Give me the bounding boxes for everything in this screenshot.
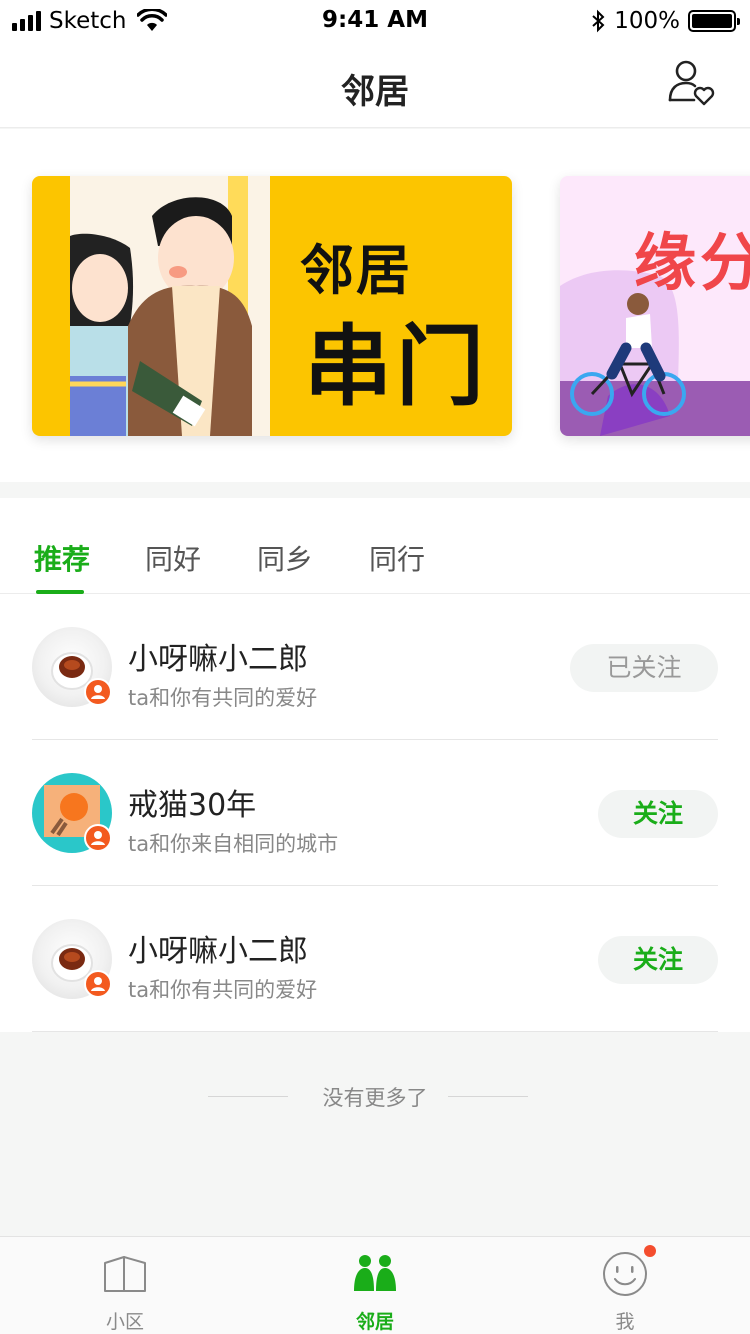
tab-community[interactable]: 小区 (0, 1237, 250, 1334)
user-badge-icon (84, 970, 112, 998)
navigation-bar: 邻居 (0, 40, 750, 128)
neighbor-list: 推荐 同好 同乡 同行 小呀嘛小二郎 ta和你有共同的爱好 已关注 戒猫30年 … (0, 498, 750, 1032)
tab-me-label: 我 (615, 1311, 635, 1333)
user-heart-icon[interactable] (666, 58, 716, 108)
building-icon (104, 1256, 146, 1292)
banner-fate[interactable]: 缘分 (560, 176, 750, 436)
list-item[interactable]: 小呀嘛小二郎 ta和你有共同的爱好 已关注 (32, 594, 718, 740)
list-item[interactable]: 小呀嘛小二郎 ta和你有共同的爱好 关注 (32, 886, 718, 1032)
banner-title-line2: 串门 (304, 315, 489, 418)
user-name: 小呀嘛小二郎 (128, 642, 308, 677)
user-badge-icon (84, 678, 112, 706)
tab-community-label: 小区 (105, 1311, 144, 1333)
divider (32, 1031, 718, 1032)
bottom-tab-bar: 小区 邻居 我 (0, 1236, 750, 1334)
no-more-indicator: 没有更多了 (0, 1080, 750, 1114)
user-name: 戒猫30年 (128, 788, 257, 823)
neighbors-icon (354, 1255, 396, 1291)
banner-2-title: 缘分 (634, 226, 750, 299)
tab-me[interactable]: 我 (500, 1237, 750, 1334)
follow-button[interactable]: 关注 (598, 936, 718, 984)
followed-button[interactable]: 已关注 (570, 644, 718, 692)
user-badge-icon (84, 824, 112, 852)
battery-percent: 100% (614, 8, 680, 34)
user-description: ta和你有共同的爱好 (128, 978, 318, 1002)
banner-neighbor-visit[interactable]: 邻居 串门 (32, 176, 512, 436)
tab-same-industry[interactable]: 同行 (369, 538, 425, 578)
smiley-icon (603, 1252, 647, 1296)
banner-carousel[interactable]: 邻居 串门 缘分 (0, 129, 750, 482)
status-right: 100% (590, 8, 740, 34)
tab-same-hometown[interactable]: 同乡 (257, 538, 313, 578)
tab-same-hobby[interactable]: 同好 (145, 538, 201, 578)
notification-dot (644, 1245, 656, 1257)
page-title: 邻居 (341, 72, 409, 112)
status-bar: Sketch 9:41 AM 100% (0, 0, 750, 40)
divider-right (448, 1096, 528, 1097)
tab-recommend[interactable]: 推荐 (34, 538, 90, 578)
bluetooth-icon (592, 9, 605, 33)
user-name: 小呀嘛小二郎 (128, 934, 308, 969)
user-description: ta和你来自相同的城市 (128, 832, 339, 856)
follow-button[interactable]: 关注 (598, 790, 718, 838)
tab-neighbors[interactable]: 邻居 (250, 1237, 500, 1334)
no-more-text: 没有更多了 (322, 1086, 428, 1110)
user-description: ta和你有共同的爱好 (128, 686, 318, 710)
banner-title-line1: 邻居 (300, 239, 412, 302)
tab-neighbors-label: 邻居 (355, 1311, 394, 1333)
filter-tabs: 推荐 同好 同乡 同行 (0, 498, 750, 594)
battery-icon (688, 10, 740, 32)
list-item[interactable]: 戒猫30年 ta和你来自相同的城市 关注 (32, 740, 718, 886)
